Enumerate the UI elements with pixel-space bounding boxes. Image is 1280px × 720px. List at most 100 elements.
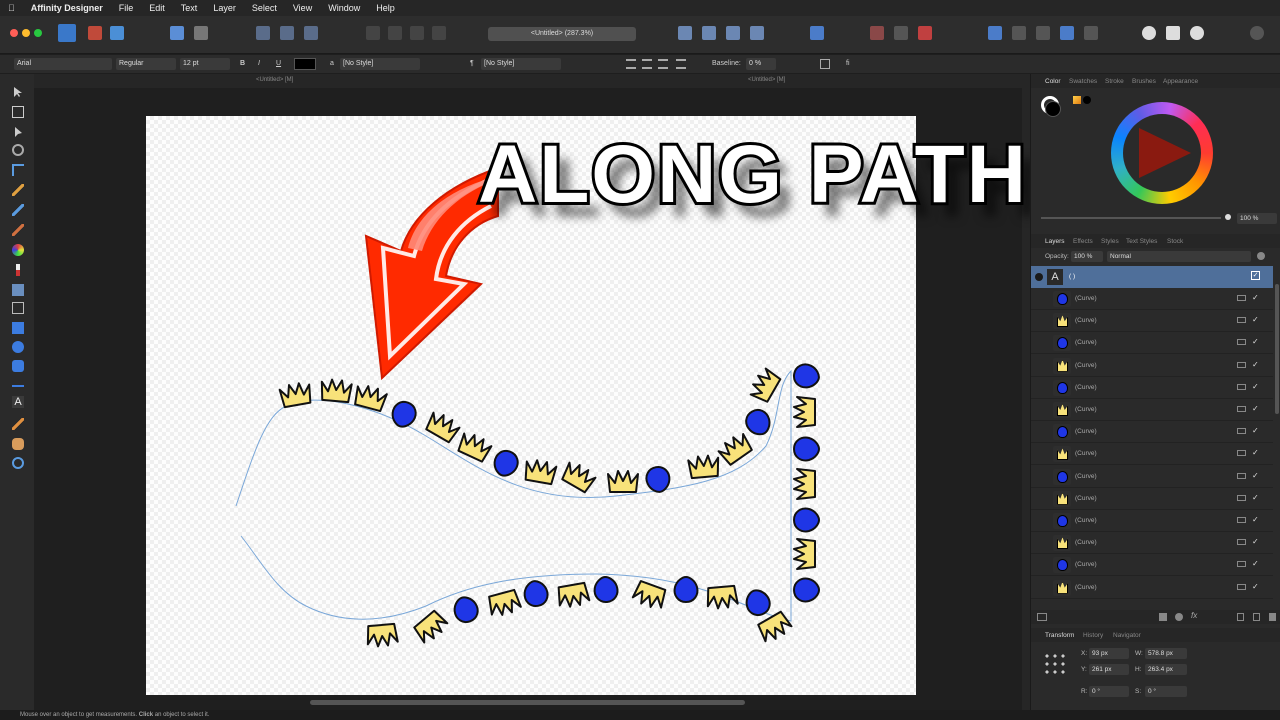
magnet-icon[interactable] bbox=[918, 26, 932, 40]
fill-swatch[interactable] bbox=[1045, 101, 1061, 117]
layer-row[interactable]: (Curve) ✓ bbox=[1031, 332, 1273, 355]
y-input[interactable]: 261 px bbox=[1089, 664, 1129, 675]
tab-layers[interactable]: Layers bbox=[1045, 238, 1065, 245]
layer-opacity-input[interactable]: 100 % bbox=[1071, 251, 1103, 262]
pixel-persona-icon[interactable] bbox=[88, 26, 102, 40]
layer-visibility-checkbox[interactable]: ✓ bbox=[1252, 537, 1259, 546]
layer-row[interactable]: (Curve) ✓ bbox=[1031, 443, 1273, 466]
menu-edit[interactable]: Edit bbox=[141, 3, 173, 13]
move-front-icon[interactable] bbox=[988, 26, 1002, 40]
layers-stack-icon[interactable] bbox=[1037, 613, 1047, 621]
collapse-icon[interactable] bbox=[1035, 273, 1043, 281]
layer-row[interactable]: (Curve) ✓ bbox=[1031, 510, 1273, 532]
layer-settings-icon[interactable] bbox=[1257, 252, 1265, 260]
snap-grid-icon[interactable] bbox=[256, 26, 270, 40]
align-icon[interactable] bbox=[810, 26, 824, 40]
brush-tool-icon[interactable] bbox=[12, 224, 24, 236]
menu-window[interactable]: Window bbox=[320, 3, 368, 13]
node-tool-icon[interactable] bbox=[12, 126, 24, 138]
layer-row[interactable]: (Curve) ✓ bbox=[1031, 577, 1273, 599]
boolean-subtract-icon[interactable] bbox=[388, 26, 402, 40]
layer-lock-icon[interactable] bbox=[1237, 561, 1246, 568]
rotate-right-icon[interactable] bbox=[750, 26, 764, 40]
group-visibility-checkbox[interactable]: ✓ bbox=[1251, 271, 1260, 280]
layer-visibility-checkbox[interactable]: ✓ bbox=[1252, 360, 1259, 369]
boolean-intersect-icon[interactable] bbox=[410, 26, 424, 40]
layer-lock-icon[interactable] bbox=[1237, 472, 1246, 479]
layer-visibility-checkbox[interactable]: ✓ bbox=[1252, 559, 1259, 568]
settings-icon[interactable] bbox=[194, 26, 208, 40]
layer-visibility-checkbox[interactable]: ✓ bbox=[1252, 426, 1259, 435]
zoom-window-button[interactable] bbox=[34, 29, 42, 37]
menu-file[interactable]: File bbox=[111, 3, 142, 13]
horizontal-scrollbar[interactable] bbox=[310, 700, 745, 705]
layer-lock-icon[interactable] bbox=[1237, 539, 1246, 546]
tab-history[interactable]: History bbox=[1083, 632, 1103, 639]
tab-text-styles[interactable]: Text Styles bbox=[1126, 238, 1157, 245]
color-triangle[interactable] bbox=[1131, 122, 1193, 184]
layer-lock-icon[interactable] bbox=[1237, 583, 1246, 590]
layer-lock-icon[interactable] bbox=[1237, 494, 1246, 501]
align-left-icon[interactable] bbox=[626, 59, 636, 69]
group-icon[interactable] bbox=[1084, 26, 1098, 40]
layer-lock-icon[interactable] bbox=[1237, 517, 1246, 523]
justify-icon[interactable] bbox=[676, 59, 686, 69]
layer-visibility-checkbox[interactable]: ✓ bbox=[1252, 337, 1259, 346]
x-input[interactable]: 93 px bbox=[1089, 648, 1129, 659]
blend-mode-select[interactable]: Normal bbox=[1107, 251, 1251, 262]
guide-path[interactable] bbox=[235, 369, 792, 622]
boolean-divide-icon[interactable] bbox=[432, 26, 446, 40]
layer-lock-icon[interactable] bbox=[1237, 450, 1246, 457]
rectangle-tool-icon[interactable] bbox=[12, 322, 24, 334]
hand-tool-icon[interactable] bbox=[12, 438, 24, 450]
layer-visibility-checkbox[interactable]: ✓ bbox=[1252, 493, 1259, 502]
shape-tools-icon[interactable] bbox=[12, 385, 24, 387]
layer-lock-icon[interactable] bbox=[1237, 339, 1246, 346]
layer-visibility-checkbox[interactable]: ✓ bbox=[1252, 448, 1259, 457]
delete-layer-icon[interactable] bbox=[1269, 613, 1276, 621]
doc-tab-1[interactable]: <Untitled> [M] bbox=[256, 77, 293, 83]
doc-tab-2[interactable]: <Untitled> [M] bbox=[748, 77, 785, 83]
layer-row[interactable]: (Curve) ✓ bbox=[1031, 554, 1273, 577]
zoom-tool-icon[interactable] bbox=[12, 457, 24, 469]
document-title-tab[interactable]: <Untitled> (287.3%) bbox=[488, 27, 636, 41]
font-style-select[interactable]: Regular bbox=[116, 58, 176, 70]
menu-select[interactable]: Select bbox=[244, 3, 285, 13]
layer-visibility-checkbox[interactable]: ✓ bbox=[1252, 293, 1259, 302]
place-image-tool-icon[interactable] bbox=[12, 284, 24, 296]
layer-row[interactable]: (Curve) ✓ bbox=[1031, 421, 1273, 444]
font-family-select[interactable]: Arial bbox=[14, 58, 112, 70]
tab-color[interactable]: Color bbox=[1045, 78, 1061, 85]
tab-swatches[interactable]: Swatches bbox=[1069, 78, 1097, 85]
layer-row[interactable]: (Curve) ✓ bbox=[1031, 288, 1273, 310]
layer-visibility-checkbox[interactable]: ✓ bbox=[1252, 515, 1259, 524]
italic-button[interactable]: I bbox=[258, 58, 260, 70]
paragraph-style-select[interactable]: [No Style] bbox=[481, 58, 561, 70]
fx-icon[interactable]: fx bbox=[1191, 611, 1197, 620]
anchor-selector[interactable] bbox=[1043, 652, 1065, 674]
font-size-input[interactable]: 12 pt bbox=[180, 58, 230, 70]
align-right-icon[interactable] bbox=[658, 59, 668, 69]
tab-transform[interactable]: Transform bbox=[1045, 632, 1074, 639]
group-layer-row[interactable]: A ( ) ✓ bbox=[1031, 266, 1273, 288]
tab-styles[interactable]: Styles bbox=[1101, 238, 1119, 245]
layer-row[interactable]: (Curve) ✓ bbox=[1031, 310, 1273, 333]
tab-navigator[interactable]: Navigator bbox=[1113, 632, 1141, 639]
geometry-subtract-icon[interactable] bbox=[1166, 26, 1180, 40]
artistic-text-tool-icon[interactable]: A bbox=[12, 396, 24, 408]
layer-row[interactable]: (Curve) ✓ bbox=[1031, 355, 1273, 377]
layer-visibility-checkbox[interactable]: ✓ bbox=[1252, 382, 1259, 391]
adjustment-icon[interactable] bbox=[1175, 613, 1183, 621]
account-icon[interactable] bbox=[1250, 26, 1264, 40]
h-input[interactable]: 263.4 px bbox=[1145, 664, 1187, 675]
layer-row[interactable]: (Curve) ✓ bbox=[1031, 532, 1273, 555]
boolean-add-icon[interactable] bbox=[366, 26, 380, 40]
move-backward-icon[interactable] bbox=[1036, 26, 1050, 40]
layer-visibility-checkbox[interactable]: ✓ bbox=[1252, 404, 1259, 413]
eyedropper-icon[interactable] bbox=[1073, 96, 1081, 104]
fill-tool-icon[interactable] bbox=[12, 244, 24, 256]
ellipse-tool-icon[interactable] bbox=[12, 341, 24, 353]
menu-help[interactable]: Help bbox=[368, 3, 403, 13]
snap-bounds-icon[interactable] bbox=[280, 26, 294, 40]
menu-text[interactable]: Text bbox=[173, 3, 206, 13]
